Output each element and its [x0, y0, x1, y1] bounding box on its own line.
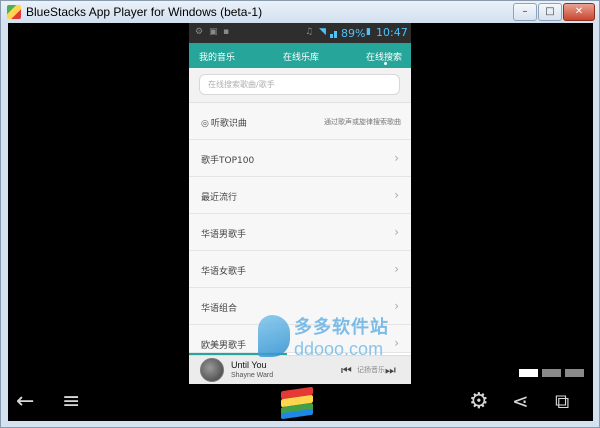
list-item-label: ◎ 听歌识曲	[201, 119, 247, 129]
listen-icon: ◎	[201, 119, 209, 129]
previous-icon[interactable]: ⏮	[341, 363, 352, 378]
title-bar[interactable]: BlueStacks App Player for Windows (beta-…	[1, 1, 599, 23]
headset-icon: ♫	[305, 27, 314, 37]
maximize-button[interactable]: □	[538, 3, 562, 21]
song-artist: Shayne Ward	[231, 372, 274, 379]
image-icon: ▪	[223, 27, 230, 37]
bluestacks-app-icon	[7, 5, 21, 19]
chevron-right-icon: ›	[394, 225, 399, 239]
list-item-label: 欧美男歌手	[201, 341, 247, 351]
bluestacks-bottom-bar: ← ≡ ⚙ ⋖ ⧉	[8, 384, 593, 421]
bluestacks-logo-icon[interactable]	[281, 386, 313, 420]
page-indicator-2[interactable]	[542, 369, 561, 377]
watermark-logo-icon	[258, 315, 290, 357]
bluestacks-window: BlueStacks App Player for Windows (beta-…	[0, 0, 600, 428]
battery-percent: 89%	[341, 27, 366, 40]
battery-icon: ▮	[366, 27, 371, 37]
image-icon: ▣	[209, 27, 218, 37]
player-overlay-text: 记扬音乐	[357, 366, 385, 374]
list-item-top100[interactable]: 歌手TOP100 ›	[189, 140, 411, 177]
chevron-right-icon: ›	[394, 188, 399, 202]
settings-icon: ⚙	[195, 27, 204, 37]
page-indicator-1[interactable]	[519, 369, 538, 377]
watermark-url: ddooo.com	[294, 339, 384, 359]
search-placeholder: 在线搜索歌曲/歌手	[208, 80, 275, 89]
album-art	[200, 358, 224, 382]
list-item-chinese-female[interactable]: 华语女歌手 ›	[189, 251, 411, 288]
list-item-listen-recognize[interactable]: ◎ 听歌识曲 通过歌声或旋律搜索歌曲	[189, 103, 411, 140]
watermark-cn: 多多软件站	[294, 317, 389, 338]
list-item-label: 歌手TOP100	[201, 156, 255, 166]
emulator-client-area: ⚙ ▣ ▪ ♫ ◥ 89% ▮ 10:47 我的音乐 在线乐库 在线搜索 在线搜…	[8, 23, 593, 421]
list-item-label: 华语女歌手	[201, 267, 247, 277]
list-item-subtitle: 通过歌声或旋律搜索歌曲	[324, 118, 401, 126]
share-icon[interactable]: ⋖	[512, 389, 529, 413]
active-tab-indicator	[384, 62, 387, 65]
list-item-chinese-male[interactable]: 华语男歌手 ›	[189, 214, 411, 251]
page-indicator-3[interactable]	[565, 369, 584, 377]
tab-online-search[interactable]: 在线搜索	[366, 50, 402, 63]
status-time: 10:47	[376, 26, 408, 39]
tab-my-music[interactable]: 我的音乐	[199, 50, 235, 63]
minimize-button[interactable]: –	[513, 3, 537, 21]
search-area: 在线搜索歌曲/歌手	[189, 68, 411, 103]
chevron-right-icon: ›	[394, 151, 399, 165]
chevron-right-icon: ›	[394, 262, 399, 276]
android-status-bar: ⚙ ▣ ▪ ♫ ◥ 89% ▮ 10:47	[189, 23, 411, 43]
list-item-label: 华语组合	[201, 304, 238, 314]
menu-icon[interactable]: ≡	[62, 389, 80, 414]
chevron-right-icon: ›	[394, 299, 399, 313]
wifi-icon: ◥	[319, 27, 326, 37]
tab-bar: 我的音乐 在线乐库 在线搜索	[189, 43, 411, 68]
close-button[interactable]: ✕	[563, 3, 595, 21]
list-item-recent-popular[interactable]: 最近流行 ›	[189, 177, 411, 214]
list-item-label: 最近流行	[201, 193, 238, 203]
tab-online-library[interactable]: 在线乐库	[283, 50, 319, 63]
list-item-label: 华语男歌手	[201, 230, 247, 240]
watermark: 多多软件站 ddooo.com	[258, 313, 408, 363]
back-arrow-icon[interactable]: ←	[16, 389, 34, 414]
window-title: BlueStacks App Player for Windows (beta-…	[26, 5, 263, 19]
settings-icon[interactable]: ⚙	[469, 389, 489, 414]
next-icon[interactable]: ⏭	[385, 363, 396, 378]
search-input[interactable]: 在线搜索歌曲/歌手	[199, 74, 400, 95]
window-mode-icon[interactable]: ⧉	[555, 389, 569, 413]
